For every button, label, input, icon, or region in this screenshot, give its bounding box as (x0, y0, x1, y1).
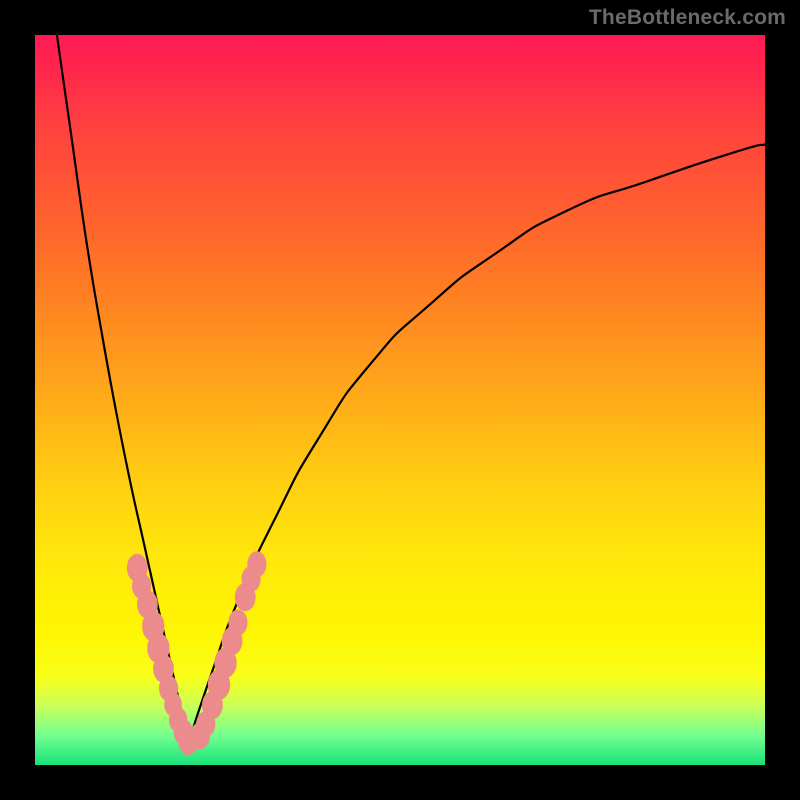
curve-right-branch (188, 145, 765, 744)
chart-frame: TheBottleneck.com (0, 0, 800, 800)
curve-left-branch (57, 35, 188, 743)
marker-cluster (127, 551, 267, 755)
curve-layer (35, 35, 765, 765)
plot-area (35, 35, 765, 765)
watermark-text: TheBottleneck.com (589, 6, 786, 30)
bead-marker (247, 551, 266, 577)
bead-marker (228, 610, 247, 636)
